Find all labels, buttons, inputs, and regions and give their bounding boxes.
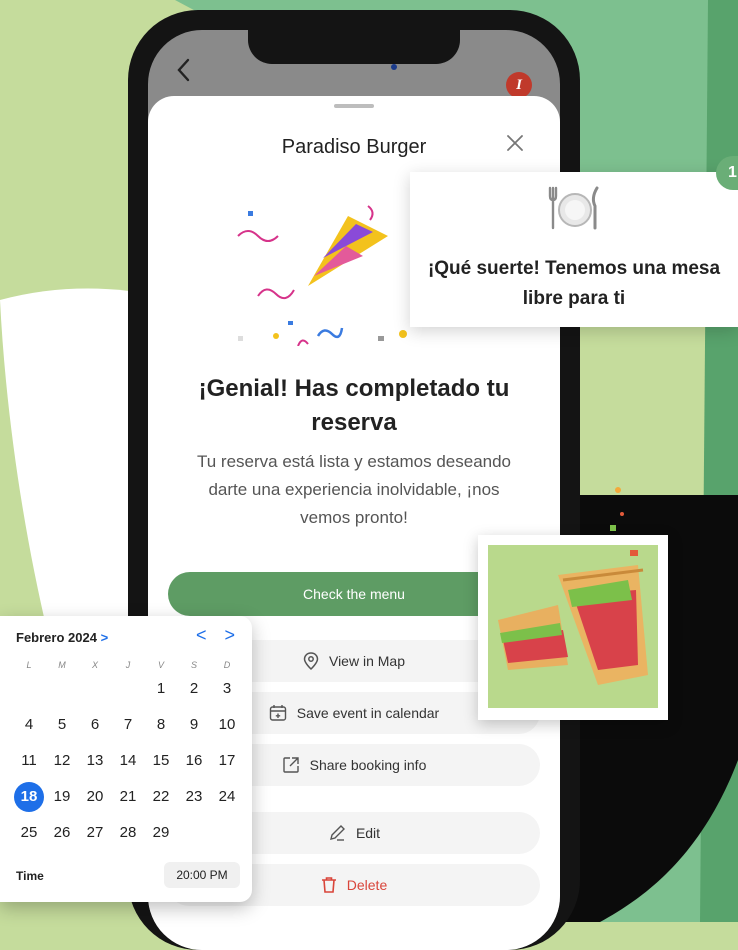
pencil-icon bbox=[328, 824, 346, 842]
weekday-label: J bbox=[125, 660, 131, 670]
calendar-day[interactable]: 7 bbox=[115, 712, 141, 738]
sandwich-photo bbox=[478, 535, 668, 720]
calendar-day[interactable]: 11 bbox=[16, 748, 42, 774]
calendar-day[interactable]: 21 bbox=[115, 784, 141, 810]
calendar-day[interactable]: 5 bbox=[49, 712, 75, 738]
weekday-label: D bbox=[223, 660, 231, 670]
calendar-day[interactable]: 9 bbox=[181, 712, 207, 738]
calendar-day[interactable]: 24 bbox=[214, 784, 240, 810]
calendar-day[interactable]: 26 bbox=[49, 820, 75, 846]
time-selector[interactable]: 20:00 PM bbox=[164, 862, 240, 888]
calendar-widget: Febrero 2024 > < > L M X J V S D 1 2 3 4 … bbox=[0, 616, 252, 902]
share-icon bbox=[282, 756, 300, 774]
sheet-grab-handle[interactable] bbox=[334, 104, 374, 108]
calendar-day[interactable]: 16 bbox=[181, 748, 207, 774]
weekday-label: V bbox=[157, 660, 164, 670]
calendar-nav: < > bbox=[196, 625, 253, 646]
weekday-label: S bbox=[190, 660, 197, 670]
calendar-day[interactable]: 23 bbox=[181, 784, 207, 810]
share-booking-label: Share booking info bbox=[309, 757, 427, 773]
time-label: Time bbox=[16, 869, 44, 883]
weekday-label: L bbox=[26, 660, 32, 670]
success-description: Tu reserva está lista y estamos deseando… bbox=[196, 452, 512, 527]
table-available-card: ¡Qué suerte! Tenemos una mesa libre para… bbox=[410, 172, 738, 327]
delete-label: Delete bbox=[346, 877, 388, 893]
calendar-day[interactable]: 20 bbox=[82, 784, 108, 810]
table-available-text: ¡Qué suerte! Tenemos una mesa libre para… bbox=[427, 258, 721, 309]
view-map-label: View in Map bbox=[328, 653, 405, 669]
calendar-day[interactable]: 28 bbox=[115, 820, 141, 846]
calendar-day[interactable]: 19 bbox=[49, 784, 75, 810]
calendar-day[interactable]: 29 bbox=[148, 820, 174, 846]
next-month-icon[interactable]: > bbox=[225, 625, 236, 645]
back-chevron-icon[interactable] bbox=[176, 58, 190, 86]
calendar-month[interactable]: Febrero 2024 > bbox=[16, 630, 108, 645]
phone-notch bbox=[248, 30, 460, 64]
calendar-day[interactable]: 14 bbox=[115, 748, 141, 774]
food-confetti bbox=[610, 487, 638, 556]
camera-dot bbox=[391, 64, 397, 70]
calendar-day[interactable]: 6 bbox=[82, 712, 108, 738]
save-calendar-label: Save event in calendar bbox=[296, 705, 440, 721]
sandwich-illustration bbox=[488, 545, 658, 708]
success-heading: ¡Genial! Has completado tu reserva bbox=[198, 375, 510, 436]
trash-icon bbox=[321, 876, 337, 894]
calendar-day[interactable]: 3 bbox=[214, 676, 240, 702]
calendar-day[interactable]: 17 bbox=[214, 748, 240, 774]
calendar-day[interactable]: 2 bbox=[181, 676, 207, 702]
prev-month-icon[interactable]: < bbox=[196, 625, 207, 645]
calendar-day[interactable]: 4 bbox=[16, 712, 42, 738]
month-chevron-icon: > bbox=[100, 630, 109, 645]
restaurant-title: Paradiso Burger bbox=[281, 136, 427, 158]
close-icon[interactable] bbox=[506, 132, 524, 158]
calendar-add-icon bbox=[269, 704, 287, 722]
calendar-day[interactable]: 10 bbox=[214, 712, 240, 738]
plate-cutlery-icon bbox=[548, 186, 599, 230]
weekday-label: X bbox=[91, 660, 98, 670]
calendar-day[interactable]: 27 bbox=[82, 820, 108, 846]
calendar-day[interactable]: 13 bbox=[82, 748, 108, 774]
calendar-day[interactable]: 25 bbox=[16, 820, 42, 846]
calendar-day[interactable]: 12 bbox=[49, 748, 75, 774]
calendar-day[interactable]: 1 bbox=[148, 676, 174, 702]
calendar-month-label: Febrero 2024 bbox=[16, 630, 97, 645]
calendar-day[interactable]: 8 bbox=[148, 712, 174, 738]
weekday-label: M bbox=[58, 660, 66, 670]
calendar-day-selected[interactable]: 18 bbox=[14, 782, 44, 812]
avatar[interactable]: I bbox=[506, 72, 532, 98]
calendar-day[interactable]: 15 bbox=[148, 748, 174, 774]
calendar-day[interactable]: 22 bbox=[148, 784, 174, 810]
edit-label: Edit bbox=[355, 825, 381, 841]
map-pin-icon bbox=[303, 652, 319, 670]
